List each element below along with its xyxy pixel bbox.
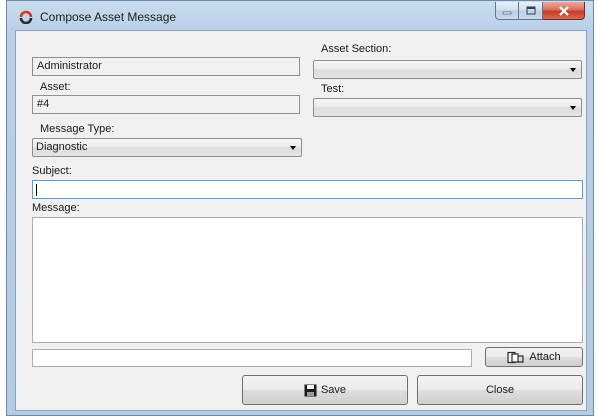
window-title: Compose Asset Message (40, 10, 177, 24)
test-select[interactable] (313, 98, 582, 117)
minimize-button[interactable] (495, 2, 519, 20)
floppy-disk-icon (304, 384, 317, 396)
minimize-icon (502, 11, 512, 14)
subject-input[interactable] (32, 180, 583, 199)
text-caret (36, 184, 37, 196)
close-window-button[interactable] (543, 2, 585, 20)
app-logo-icon (19, 10, 33, 24)
compose-asset-message-window: Compose Asset Message Administrator Asse… (6, 0, 594, 416)
save-button[interactable]: Save (242, 375, 408, 405)
message-type-select[interactable]: Diagnostic (32, 138, 302, 157)
maximize-icon (526, 6, 535, 15)
close-icon (558, 5, 569, 16)
attach-button-label: Attach (529, 351, 561, 363)
user-field: Administrator (32, 57, 300, 76)
chevron-down-icon (290, 146, 296, 150)
form-body: Administrator Asset: #4 Message Type: Di… (15, 30, 587, 411)
asset-section-label: Asset Section: (321, 43, 392, 55)
asset-label: Asset: (40, 81, 71, 93)
save-button-label: Save (320, 384, 347, 396)
title-bar[interactable]: Compose Asset Message (7, 1, 593, 31)
attachment-path-field[interactable] (32, 349, 472, 367)
message-label: Message: (32, 202, 80, 214)
chevron-down-icon (570, 68, 576, 72)
close-button[interactable]: Close (417, 375, 583, 405)
attach-icon (507, 351, 525, 363)
close-button-label: Close (485, 384, 515, 396)
message-textarea[interactable] (32, 217, 583, 343)
subject-label: Subject: (32, 165, 72, 177)
attach-button[interactable]: Attach (485, 347, 583, 367)
message-type-value: Diagnostic (36, 141, 88, 153)
test-label: Test: (321, 83, 345, 95)
maximize-button[interactable] (519, 2, 543, 20)
asset-field: #4 (32, 95, 300, 114)
caption-buttons (495, 2, 585, 20)
chevron-down-icon (570, 106, 576, 110)
message-type-label: Message Type: (40, 123, 115, 135)
asset-section-select[interactable] (313, 60, 582, 79)
